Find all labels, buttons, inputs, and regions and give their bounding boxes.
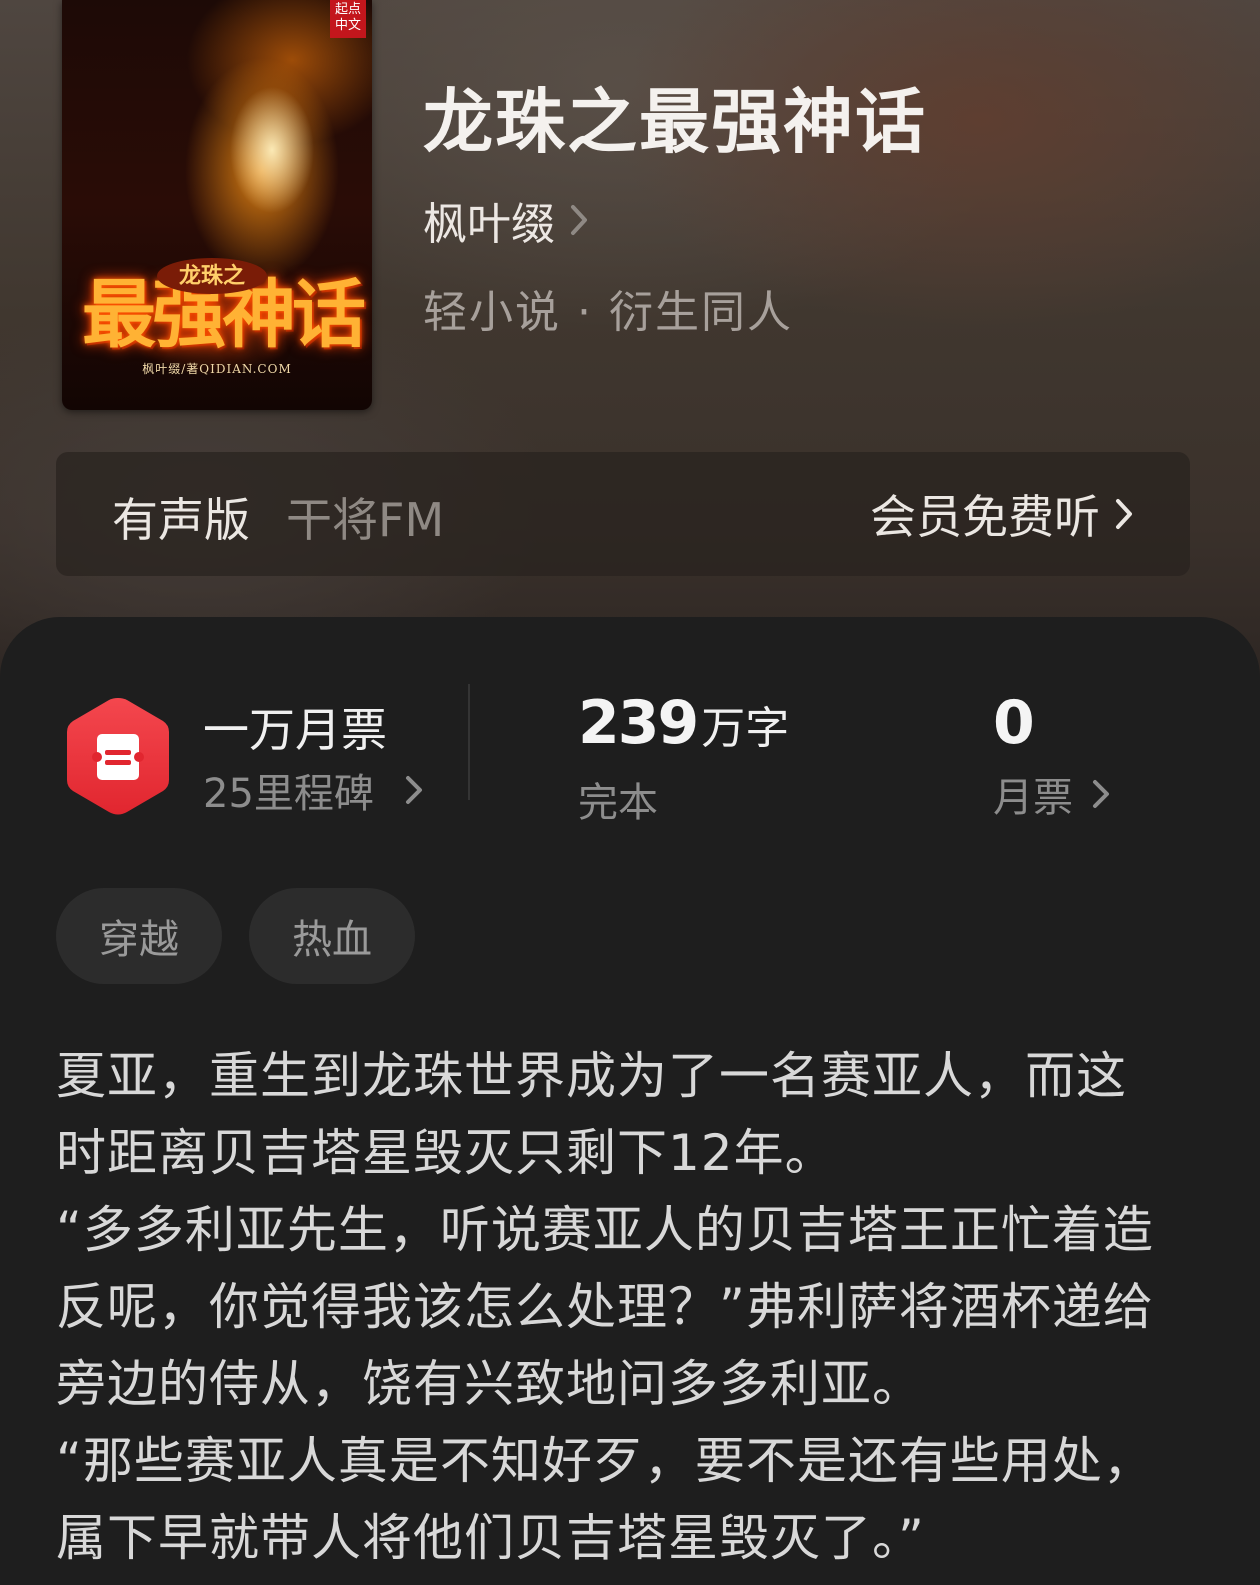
monthly-ticket-badge-icon[interactable] bbox=[63, 694, 173, 818]
book-status: 完本 bbox=[578, 780, 658, 826]
publisher-logo: 起点中文 bbox=[330, 0, 366, 38]
tag-chip[interactable]: 穿越 bbox=[56, 888, 222, 984]
audio-version-banner[interactable]: 有声版 干将FM 会员免费听 bbox=[56, 452, 1190, 576]
member-free-listen-link[interactable]: 会员免费听 bbox=[870, 484, 1134, 544]
book-cover[interactable]: 起点中文 最强神话 龙珠之 枫叶缀/著QIDIAN.COM bbox=[62, 0, 372, 410]
stats-divider bbox=[468, 684, 470, 800]
member-free-listen-label: 会员免费听 bbox=[870, 490, 1100, 544]
milestone-label: 25里程碑 bbox=[203, 771, 374, 817]
chevron-right-icon bbox=[1093, 780, 1109, 808]
word-count-unit: 万字 bbox=[701, 703, 790, 754]
milestone-title: 一万月票 bbox=[203, 703, 387, 757]
audio-platform: 干将FM bbox=[286, 493, 445, 547]
monthly-votes-link[interactable]: 月票 bbox=[993, 766, 1111, 822]
book-detail-page: 起点中文 最强神话 龙珠之 枫叶缀/著QIDIAN.COM 龙珠之最强神话 枫叶… bbox=[0, 0, 1260, 1585]
chevron-right-icon bbox=[405, 776, 422, 804]
author-name: 枫叶缀 bbox=[423, 199, 555, 250]
cover-credit: 枫叶缀/著QIDIAN.COM bbox=[142, 362, 292, 376]
chevron-right-icon bbox=[571, 205, 587, 235]
author-link[interactable]: 枫叶缀 bbox=[423, 192, 589, 250]
book-category: 轻小说 · 衍生同人 bbox=[423, 287, 793, 338]
tag-chip[interactable]: 热血 bbox=[249, 888, 415, 984]
word-count: 239 万字 bbox=[578, 688, 789, 758]
synopsis-paragraph: “多多利亚先生，听说赛亚人的贝吉塔王正忙着造反呢，你觉得我该怎么处理？”弗利萨将… bbox=[56, 1201, 1154, 1413]
milestone-link[interactable]: 25里程碑 bbox=[203, 762, 424, 818]
monthly-votes-count: 0 bbox=[993, 688, 1035, 758]
cover-subtitle-art: 龙珠之 bbox=[157, 258, 267, 294]
audio-label: 有声版 bbox=[112, 493, 250, 547]
monthly-votes-label: 月票 bbox=[993, 775, 1073, 821]
book-synopsis[interactable]: 夏亚，重生到龙珠世界成为了一名赛亚人，而这时距离贝吉塔星毁灭只剩下12年。 “多… bbox=[56, 1038, 1166, 1577]
word-count-number: 239 bbox=[578, 688, 699, 758]
chevron-right-icon bbox=[1116, 499, 1132, 529]
book-title: 龙珠之最强神话 bbox=[423, 80, 927, 163]
synopsis-paragraph: “那些赛亚人真是不知好歹，要不是还有些用处，属下早就带人将他们贝吉塔星毁灭了。” bbox=[56, 1432, 1154, 1567]
synopsis-paragraph: 夏亚，重生到龙珠世界成为了一名赛亚人，而这时距离贝吉塔星毁灭只剩下12年。 bbox=[56, 1047, 1127, 1182]
